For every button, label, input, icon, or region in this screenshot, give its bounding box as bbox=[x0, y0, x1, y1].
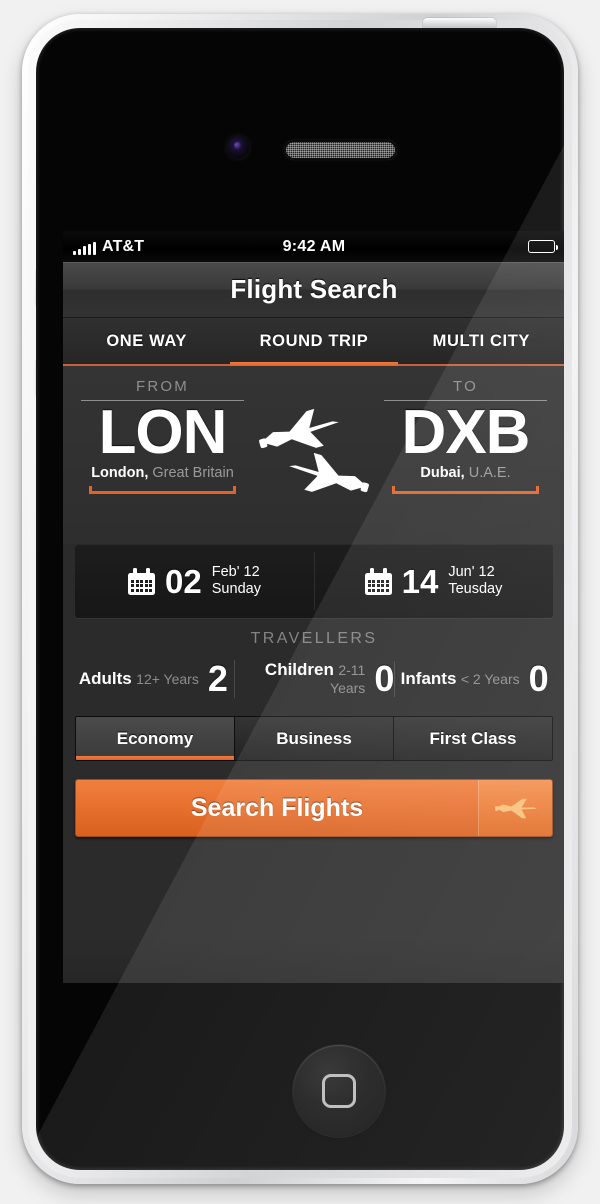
children-label: Children bbox=[264, 660, 334, 679]
class-business-label: Business bbox=[276, 728, 352, 748]
route-section: FROM LON London, Great Britain TO DXB Du… bbox=[63, 366, 564, 544]
destination-airport-code: DXB bbox=[401, 398, 531, 467]
tab-multi-city[interactable]: MULTI CITY bbox=[398, 318, 564, 364]
adults-age-range: 12+ Years bbox=[136, 671, 199, 687]
trip-type-tabs: ONE WAY ROUND TRIP MULTI CITY bbox=[63, 318, 564, 366]
origin-field[interactable]: FROM LON London, Great Britain bbox=[75, 378, 250, 496]
route-grid: FROM LON London, Great Britain TO DXB Du… bbox=[75, 378, 553, 496]
tab-round-trip-label: ROUND TRIP bbox=[259, 331, 369, 350]
travellers-heading: TRAVELLERS bbox=[250, 630, 378, 647]
battery-icon bbox=[528, 240, 558, 253]
children-text: Children 2-11 Years bbox=[234, 660, 366, 698]
destination-label: TO bbox=[453, 378, 478, 395]
return-day: 14 bbox=[401, 562, 439, 600]
destination-underline-bracket bbox=[392, 485, 539, 496]
origin-label: FROM bbox=[136, 378, 189, 395]
adults-label: Adults bbox=[78, 669, 132, 688]
app-title-bar: Flight Search bbox=[63, 262, 564, 318]
status-bar-right bbox=[528, 240, 558, 253]
cabin-class-selector: Economy Business First Class bbox=[75, 716, 553, 761]
home-button[interactable] bbox=[293, 1045, 385, 1137]
class-first[interactable]: First Class bbox=[393, 717, 552, 760]
status-bar: AT&T 9:42 AM bbox=[63, 231, 564, 262]
infants-age-range: < 2 Years bbox=[460, 671, 520, 687]
screen-footer bbox=[63, 939, 564, 983]
two-planes-icon[interactable] bbox=[250, 378, 378, 496]
tab-multi-city-label: MULTI CITY bbox=[432, 331, 530, 350]
search-flights-button[interactable]: Search Flights bbox=[75, 779, 553, 837]
class-business[interactable]: Business bbox=[234, 717, 393, 760]
origin-city-line: London, Great Britain bbox=[79, 465, 246, 482]
return-weekday: Teusday bbox=[448, 581, 503, 597]
destination-city-line: Dubai, U.A.E. bbox=[382, 465, 549, 482]
children-stepper[interactable]: Children 2-11 Years 0 bbox=[233, 658, 395, 700]
travellers-section: TRAVELLERS Adults 12+ Years 2 Children 2… bbox=[63, 618, 564, 708]
depart-day: 02 bbox=[165, 562, 202, 600]
adults-count: 2 bbox=[207, 658, 228, 699]
calendar-icon bbox=[128, 567, 156, 595]
destination-city: Dubai, bbox=[420, 464, 465, 481]
tab-one-way-label: ONE WAY bbox=[106, 331, 187, 350]
infants-text: Infants < 2 Years bbox=[401, 669, 520, 689]
search-button-wrap: Search Flights bbox=[75, 779, 553, 837]
origin-country: Great Britain bbox=[152, 464, 234, 481]
infants-label: Infants bbox=[400, 669, 457, 688]
travellers-row: Adults 12+ Years 2 Children 2-11 Years 0 bbox=[73, 658, 555, 700]
adults-stepper[interactable]: Adults 12+ Years 2 bbox=[73, 659, 234, 699]
tab-round-trip[interactable]: ROUND TRIP bbox=[230, 318, 398, 366]
origin-city: London, bbox=[91, 464, 149, 481]
return-meta: Jun' 12 Teusday bbox=[448, 564, 502, 598]
return-month-year: Jun' 12 bbox=[448, 563, 495, 580]
status-bar-clock: 9:42 AM bbox=[282, 237, 346, 255]
app-screen: AT&T 9:42 AM Flight Search ONE WAY ROUND… bbox=[63, 231, 564, 983]
children-age-range: 2-11 Years bbox=[330, 662, 366, 696]
search-flights-label: Search Flights bbox=[190, 793, 364, 822]
destination-field[interactable]: TO DXB Dubai, U.A.E. bbox=[378, 378, 553, 496]
front-camera-icon bbox=[227, 136, 249, 158]
depart-weekday: Sunday bbox=[211, 581, 261, 597]
origin-airport-code: LON bbox=[98, 398, 228, 467]
infants-count: 0 bbox=[528, 658, 549, 699]
calendar-icon bbox=[364, 567, 392, 595]
screenshot-stage: AT&T 9:42 AM Flight Search ONE WAY ROUND… bbox=[0, 0, 600, 1204]
return-date-field[interactable]: 14 Jun' 12 Teusday bbox=[314, 544, 553, 618]
class-economy-label: Economy bbox=[116, 728, 194, 748]
infants-stepper[interactable]: Infants < 2 Years 0 bbox=[394, 659, 555, 699]
origin-underline-bracket bbox=[89, 485, 236, 496]
device-front-face: AT&T 9:42 AM Flight Search ONE WAY ROUND… bbox=[36, 28, 564, 1170]
tab-one-way[interactable]: ONE WAY bbox=[63, 318, 230, 364]
search-flights-main: Search Flights bbox=[76, 780, 478, 836]
search-flights-icon-cell bbox=[478, 780, 552, 836]
earpiece-speaker bbox=[284, 140, 397, 160]
depart-date-field[interactable]: 02 Feb' 12 Sunday bbox=[75, 544, 314, 618]
class-first-label: First Class bbox=[429, 728, 517, 748]
plane-left-icon bbox=[289, 452, 369, 493]
class-economy[interactable]: Economy bbox=[76, 717, 234, 760]
adults-text: Adults 12+ Years bbox=[79, 669, 199, 689]
children-count: 0 bbox=[374, 658, 395, 699]
date-selector: 02 Feb' 12 Sunday 14 Jun' 12 Teusday bbox=[75, 544, 553, 618]
destination-country: U.A.E. bbox=[468, 464, 511, 481]
iphone-device: AT&T 9:42 AM Flight Search ONE WAY ROUND… bbox=[22, 14, 578, 1184]
depart-month-year: Feb' 12 bbox=[211, 563, 260, 580]
page-title: Flight Search bbox=[230, 274, 398, 304]
depart-meta: Feb' 12 Sunday bbox=[212, 564, 261, 598]
home-square-icon bbox=[322, 1074, 356, 1108]
airplane-icon bbox=[494, 798, 537, 819]
